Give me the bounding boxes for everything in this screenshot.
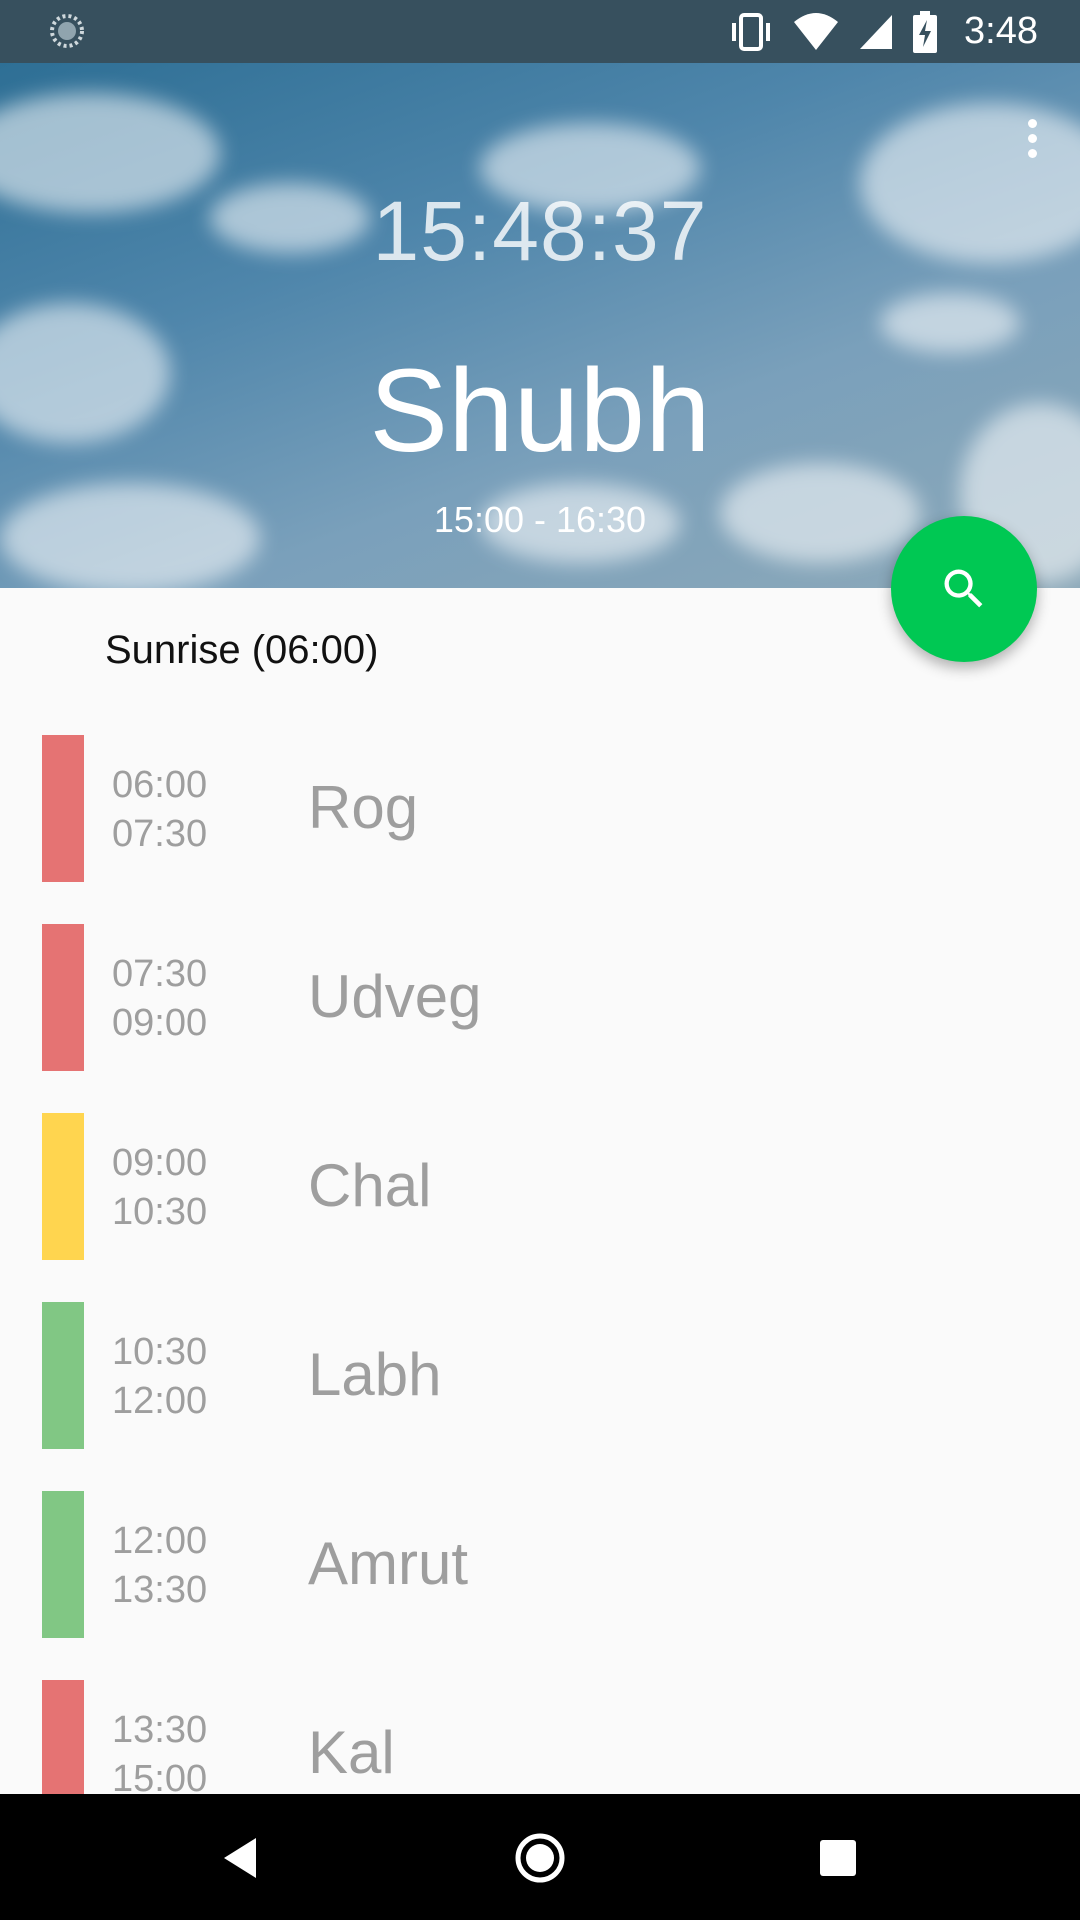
list-item[interactable]: 07:30 09:00 Udveg xyxy=(0,924,1080,1113)
end-time: 07:30 xyxy=(112,813,208,855)
recents-icon[interactable] xyxy=(806,1826,870,1890)
battery-charging-icon xyxy=(913,10,938,53)
sunrise-label: Sunrise (06:00) xyxy=(105,628,379,672)
time-range: 12:00 13:30 xyxy=(112,1517,207,1615)
wifi-icon xyxy=(794,12,839,50)
color-indicator xyxy=(42,735,84,882)
start-time: 09:00 xyxy=(112,1142,208,1184)
choghadiya-name: Chal xyxy=(308,1152,432,1219)
list-item[interactable]: 09:00 10:30 Chal xyxy=(0,1113,1080,1302)
start-time: 07:30 xyxy=(112,953,208,995)
start-time: 13:30 xyxy=(112,1709,208,1751)
color-indicator xyxy=(42,1491,84,1638)
status-bar: 3:48 xyxy=(0,0,1080,63)
color-indicator xyxy=(42,924,84,1071)
vibrate-icon xyxy=(732,12,771,51)
current-choghadiya-name: Shubh xyxy=(369,345,711,477)
time-range: 06:00 07:30 xyxy=(112,761,207,859)
time-range: 10:30 12:00 xyxy=(112,1328,207,1426)
signal-icon xyxy=(860,14,893,49)
list-item[interactable]: 10:30 12:00 Labh xyxy=(0,1302,1080,1491)
time-range: 13:30 15:00 xyxy=(112,1706,207,1804)
choghadiya-name: Kal xyxy=(308,1719,395,1786)
header-banner: 15:48:37 Shubh 15:00 - 16:30 xyxy=(0,63,1080,588)
choghadiya-list: 06:00 07:30 Rog 07:30 09:00 Udveg 09:00 … xyxy=(0,735,1080,1869)
home-icon[interactable] xyxy=(508,1826,572,1890)
loading-icon xyxy=(50,14,84,48)
navigation-bar xyxy=(0,1794,1080,1920)
status-icons: 3:48 xyxy=(728,0,1038,63)
status-time: 3:48 xyxy=(964,10,1038,52)
end-time: 10:30 xyxy=(112,1191,208,1233)
back-icon[interactable] xyxy=(208,1826,272,1890)
current-clock: 15:48:37 xyxy=(372,184,708,278)
color-indicator xyxy=(42,1302,84,1449)
search-button[interactable] xyxy=(891,516,1037,662)
search-icon xyxy=(944,569,983,608)
choghadiya-name: Rog xyxy=(308,774,419,841)
end-time: 12:00 xyxy=(112,1380,208,1422)
list-item[interactable]: 06:00 07:30 Rog xyxy=(0,735,1080,924)
choghadiya-name: Amrut xyxy=(308,1530,469,1597)
choghadiya-name: Udveg xyxy=(308,963,482,1030)
list-item[interactable]: 12:00 13:30 Amrut xyxy=(0,1491,1080,1680)
start-time: 12:00 xyxy=(112,1520,208,1562)
color-indicator xyxy=(42,1113,84,1260)
end-time: 13:30 xyxy=(112,1569,208,1611)
start-time: 06:00 xyxy=(112,764,208,806)
choghadiya-name: Labh xyxy=(308,1341,442,1408)
more-vert-icon[interactable] xyxy=(1020,113,1044,173)
time-range: 09:00 10:30 xyxy=(112,1139,207,1237)
start-time: 10:30 xyxy=(112,1331,208,1373)
end-time: 09:00 xyxy=(112,1002,208,1044)
time-range: 07:30 09:00 xyxy=(112,950,207,1048)
